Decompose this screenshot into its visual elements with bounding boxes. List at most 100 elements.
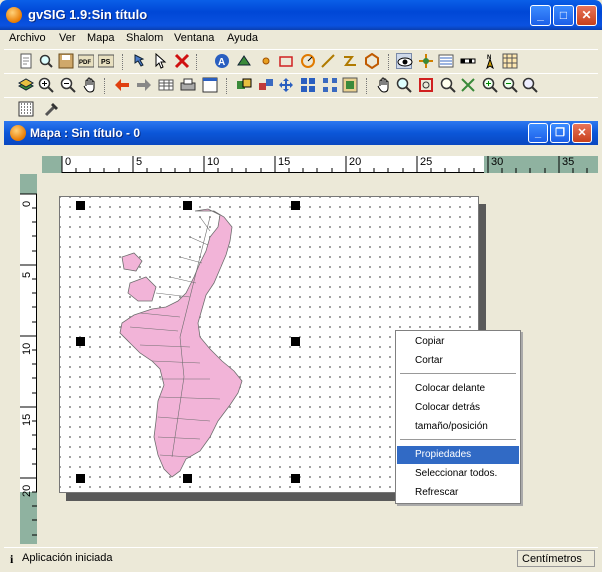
toolbar-separator [388, 54, 390, 70]
zoom-real-icon [419, 78, 433, 92]
map-restore-button[interactable]: ❐ [550, 123, 570, 143]
pan-button[interactable] [82, 77, 98, 93]
zoom-full-button[interactable] [460, 77, 476, 93]
map-minimize-button[interactable]: _ [528, 123, 548, 143]
delete-button[interactable] [174, 53, 190, 69]
selection-handle[interactable] [291, 474, 300, 483]
toolbar-row-3 [4, 97, 598, 121]
insert-point-button[interactable] [236, 53, 252, 69]
selection-handle[interactable] [76, 474, 85, 483]
menu-ver[interactable]: Ver [59, 32, 76, 44]
zoom-layout-button[interactable] [38, 53, 54, 69]
zoom-in-button[interactable] [38, 77, 54, 93]
distribute-button[interactable] [322, 77, 338, 93]
group-button[interactable] [236, 77, 252, 93]
ungroup-icon [259, 79, 273, 90]
view-icon [397, 57, 413, 67]
ctx-colocar-detras[interactable]: Colocar detrás [397, 399, 519, 417]
horizontal-ruler-ticks [61, 156, 588, 173]
forward-icon [137, 79, 151, 91]
maximize-button[interactable]: □ [553, 5, 574, 26]
selection-handle[interactable] [291, 337, 300, 346]
align-button[interactable] [300, 77, 316, 93]
close-icon: ✕ [581, 8, 592, 22]
zoom-view-button[interactable] [396, 77, 412, 93]
ungroup-button[interactable] [258, 77, 274, 93]
insert-grid-table-button[interactable] [502, 53, 518, 69]
insert-view-button[interactable] [396, 53, 413, 69]
menubar: Archivo Ver Mapa Shalom Ventana Ayuda [4, 30, 598, 48]
zoom-select-button[interactable] [440, 77, 456, 93]
move-button[interactable] [278, 77, 294, 93]
select-tool-button[interactable] [132, 53, 148, 69]
zoom-view-icon [396, 77, 412, 93]
back-button[interactable] [114, 77, 130, 93]
zoom-full-icon [461, 78, 475, 92]
menu-shalom[interactable]: Shalom [126, 32, 163, 44]
zoom-in-view-icon [482, 77, 498, 93]
grid-toggle-button[interactable] [18, 101, 34, 117]
legend-icon [419, 54, 433, 68]
map-close-button[interactable]: ✕ [572, 123, 592, 143]
minimize-button[interactable]: _ [530, 5, 551, 26]
insert-line-button[interactable] [320, 53, 336, 69]
new-layout-button[interactable] [18, 53, 34, 69]
insert-polyline-button[interactable] [342, 53, 358, 69]
tools-button[interactable] [44, 101, 60, 117]
ctx-seleccionar-todos[interactable]: Seleccionar todos. [397, 465, 519, 483]
grid-toggle-icon [18, 101, 34, 117]
insert-raster-button[interactable] [438, 53, 454, 69]
ctx-cortar[interactable]: Cortar [397, 352, 519, 370]
horizontal-ruler: 0 5 10 15 20 25 30 35 [42, 156, 598, 173]
ctx-propiedades[interactable]: Propiedades [397, 446, 519, 464]
statusbar: i Aplicación iniciada Centímetros [4, 547, 598, 568]
insert-rectangle-button[interactable] [278, 53, 294, 69]
print-button[interactable] [180, 77, 196, 93]
insert-scale-bar-button[interactable] [460, 53, 476, 69]
insert-circle-button[interactable] [258, 53, 274, 69]
zoom-real-button[interactable] [418, 77, 434, 93]
ruler-h-label: 35 [562, 156, 575, 168]
close-icon: ✕ [577, 127, 587, 139]
ctx-refrescar[interactable]: Refrescar [397, 484, 519, 502]
ruler-h-label: 5 [136, 156, 143, 168]
insert-north-arrow-button[interactable]: N [482, 53, 498, 69]
insert-circle-icon [262, 57, 270, 65]
table-button[interactable] [158, 77, 174, 93]
selection-handle[interactable] [76, 337, 85, 346]
ctx-tamano-posicion[interactable]: tamaño/posición [397, 418, 519, 436]
menu-ayuda[interactable]: Ayuda [227, 32, 258, 44]
main-titlebar: gvSIG 1.9:Sin título _ □ ✕ [0, 0, 602, 30]
ruler-h-label: 20 [349, 156, 362, 168]
info-icon: i [10, 552, 14, 566]
selection-handle[interactable] [183, 201, 192, 210]
zoom-out-view-button[interactable] [502, 77, 518, 93]
ps-export-button[interactable]: PS [98, 53, 114, 69]
menu-mapa[interactable]: Mapa [87, 32, 115, 44]
save-button[interactable] [58, 53, 74, 69]
ctx-colocar-delante[interactable]: Colocar delante [397, 380, 519, 398]
pan-view-button[interactable] [376, 77, 392, 93]
insert-text-button[interactable]: A [214, 53, 230, 69]
forward-button[interactable] [136, 77, 152, 93]
back-icon [115, 79, 129, 91]
frame-button[interactable] [342, 77, 358, 93]
layers-button[interactable] [18, 77, 34, 93]
selection-handle[interactable] [76, 201, 85, 210]
insert-ellipse-button[interactable] [300, 53, 316, 69]
zoom-out-button[interactable] [60, 77, 76, 93]
zoom-fit-view-button[interactable] [522, 77, 538, 93]
zoom-in-view-button[interactable] [482, 77, 498, 93]
close-button[interactable]: ✕ [576, 5, 597, 26]
insert-polygon-button[interactable] [364, 53, 380, 69]
insert-rectangle-icon [279, 56, 293, 67]
menu-archivo[interactable]: Archivo [9, 32, 46, 44]
selection-handle[interactable] [183, 474, 192, 483]
page-setup-button[interactable] [202, 77, 218, 93]
ctx-copiar[interactable]: Copiar [397, 333, 519, 351]
insert-legend-button[interactable] [418, 53, 434, 69]
menu-ventana[interactable]: Ventana [174, 32, 214, 44]
selection-handle[interactable] [291, 201, 300, 210]
select-arrow-button[interactable] [152, 53, 168, 69]
pdf-export-button[interactable]: PDF [78, 53, 94, 69]
